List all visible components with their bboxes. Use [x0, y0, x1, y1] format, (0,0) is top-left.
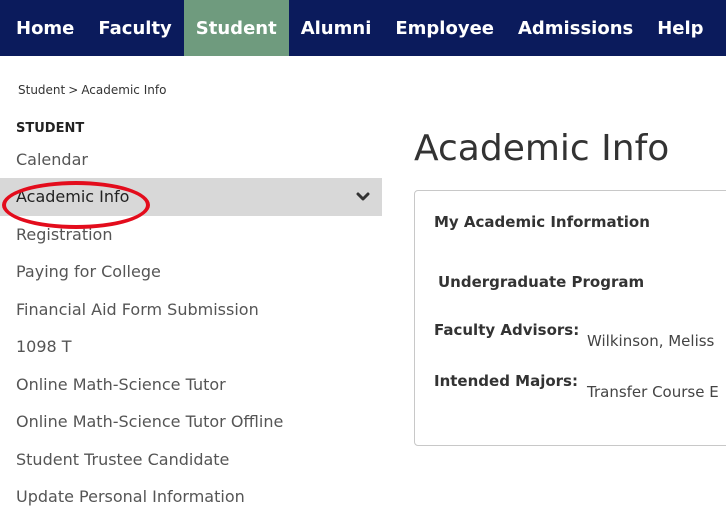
program-label: Undergraduate Program: [438, 273, 645, 291]
intended-majors-value: Transfer Course E: [587, 383, 719, 401]
card-title: My Academic Information: [434, 213, 650, 231]
sidebar-item-calendar[interactable]: Calendar: [0, 144, 382, 178]
sidebar-item-label: 1098 T: [16, 337, 72, 356]
sidebar-item-financial-aid-form[interactable]: Financial Aid Form Submission: [0, 291, 382, 329]
sidebar-item-label: Calendar: [16, 150, 88, 169]
intended-majors-label: Intended Majors:: [434, 372, 578, 390]
faculty-advisors-value: Wilkinson, Meliss: [587, 332, 715, 350]
sidebar-item-update-personal-info[interactable]: Update Personal Information: [0, 478, 382, 516]
sidebar-item-paying-for-college[interactable]: Paying for College: [0, 253, 382, 291]
sidebar-item-label: Online Math-Science Tutor: [16, 374, 226, 394]
sidebar-item-math-science-tutor-offline[interactable]: Online Math-Science Tutor Offline: [0, 403, 382, 441]
nav-alumni[interactable]: Alumni: [289, 0, 384, 56]
nav-student[interactable]: Student: [183, 0, 289, 56]
sidebar-item-label: Academic Info: [16, 187, 130, 206]
sidebar-item-academic-info[interactable]: Academic Info: [0, 178, 382, 216]
sidebar-item-registration[interactable]: Registration: [0, 216, 382, 254]
nav-faculty[interactable]: Faculty: [86, 0, 183, 56]
nav-help[interactable]: Help: [645, 0, 715, 56]
page-title: Academic Info: [414, 128, 670, 169]
breadcrumb: Student > Academic Info: [18, 83, 166, 97]
chevron-down-icon[interactable]: [356, 178, 370, 216]
sidebar-heading: STUDENT: [16, 121, 85, 136]
nav-employee[interactable]: Employee: [383, 0, 506, 56]
sidebar-item-math-science-tutor[interactable]: Online Math-Science Tutor: [0, 366, 382, 404]
breadcrumb-root-link[interactable]: Student: [18, 83, 65, 97]
nav-home[interactable]: Home: [0, 0, 86, 56]
sidebar-item-label: Paying for College: [16, 262, 161, 281]
faculty-advisors-label: Faculty Advisors:: [434, 321, 580, 339]
sidebar: STUDENT Calendar Academic Info Registrat…: [0, 118, 382, 516]
sidebar-item-label: Student Trustee Candidate: [16, 449, 230, 469]
nav-admissions[interactable]: Admissions: [506, 0, 645, 56]
sidebar-item-label: Update Personal Information: [16, 487, 245, 506]
sidebar-item-student-trustee[interactable]: Student Trustee Candidate: [0, 441, 382, 479]
sidebar-item-label: Financial Aid Form Submission: [16, 299, 259, 319]
top-navigation-bar: Home Faculty Student Alumni Employee Adm…: [0, 0, 726, 56]
sidebar-item-label: Online Math-Science Tutor Offline: [16, 412, 284, 431]
breadcrumb-separator: >: [68, 83, 79, 97]
academic-info-card: My Academic Information Undergraduate Pr…: [414, 190, 726, 446]
sidebar-item-1098t[interactable]: 1098 T: [0, 328, 382, 366]
sidebar-item-label: Registration: [16, 224, 113, 244]
breadcrumb-current: Academic Info: [81, 83, 167, 97]
